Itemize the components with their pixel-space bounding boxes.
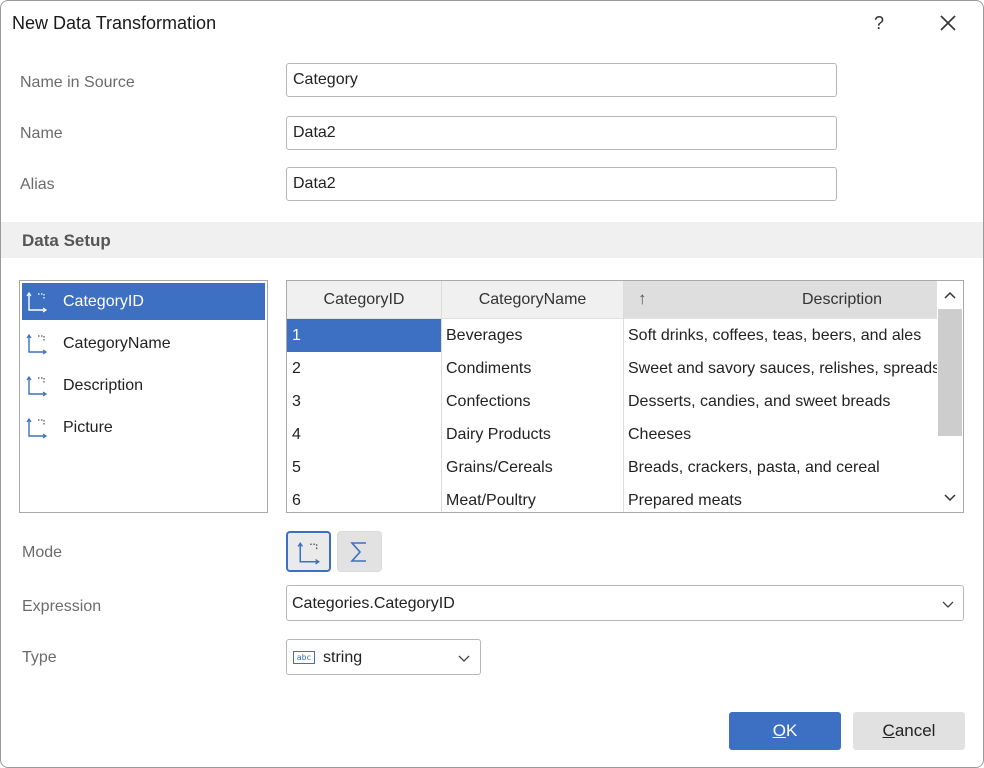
grid-cell-description[interactable]: Soft drinks, coffees, teas, beers, and a… xyxy=(623,319,937,352)
cancel-accelerator: C xyxy=(882,721,895,740)
close-icon xyxy=(940,15,956,31)
grid-cell-description[interactable]: Prepared meats xyxy=(623,484,937,512)
mode-sum-button[interactable] xyxy=(337,531,382,572)
grid-cell-name[interactable]: Condiments xyxy=(441,352,623,385)
expression-dropdown[interactable]: Categories.CategoryID xyxy=(286,585,964,621)
sort-arrow-icon: ↑ xyxy=(638,289,647,308)
name-in-source-label: Name in Source xyxy=(20,74,135,91)
grid-header-categoryid[interactable]: CategoryID xyxy=(287,281,442,318)
abc-type-icon: abc xyxy=(293,651,315,664)
ok-button[interactable]: OK xyxy=(729,712,841,750)
grid-header-categoryname[interactable]: CategoryName xyxy=(442,281,624,318)
dimension-icon xyxy=(26,291,48,313)
column-item-categoryname[interactable]: CategoryName xyxy=(22,325,265,362)
data-setup-header: Data Setup xyxy=(1,222,983,258)
name-label: Name xyxy=(20,125,63,142)
grid-cell-name[interactable]: Grains/Cereals xyxy=(441,451,623,484)
type-label: Type xyxy=(22,649,57,666)
chevron-down-icon xyxy=(942,601,954,608)
grid-cell-id[interactable]: 3 xyxy=(287,385,441,418)
grid-header: CategoryID CategoryName ↑ Description xyxy=(287,281,937,319)
type-dropdown[interactable]: abc string xyxy=(286,639,481,675)
chevron-down-icon[interactable] xyxy=(941,488,959,506)
dimension-icon xyxy=(297,542,320,565)
vertical-scrollbar[interactable] xyxy=(937,281,963,512)
sum-icon xyxy=(350,542,366,562)
column-item-categoryid[interactable]: CategoryID xyxy=(22,283,265,320)
mode-label: Mode xyxy=(22,544,63,561)
grid-cell-name[interactable]: Confections xyxy=(441,385,623,418)
grid-cell-name[interactable]: Beverages xyxy=(441,319,623,352)
new-data-transformation-dialog: New Data Transformation ? Name in Source… xyxy=(0,0,984,768)
dimension-icon xyxy=(26,333,48,355)
grid-cell-description[interactable]: Desserts, candies, and sweet breads xyxy=(623,385,937,418)
grid-cell-id[interactable]: 2 xyxy=(287,352,441,385)
grid-cell-id[interactable]: 4 xyxy=(287,418,441,451)
grid-header-description[interactable]: ↑ Description xyxy=(624,281,937,318)
column-item-label: CategoryID xyxy=(63,293,144,310)
help-button[interactable]: ? xyxy=(867,11,891,35)
column-item-picture[interactable]: Picture xyxy=(22,409,265,446)
scrollbar-thumb[interactable] xyxy=(938,309,962,436)
ok-label-rest: K xyxy=(785,721,798,740)
name-in-source-input[interactable]: Category xyxy=(286,63,837,97)
dimension-icon xyxy=(26,417,48,439)
expression-label: Expression xyxy=(22,598,102,615)
data-preview-grid: CategoryID CategoryName ↑ Description 1 … xyxy=(286,280,964,513)
grid-cell-id[interactable]: 5 xyxy=(287,451,441,484)
close-button[interactable] xyxy=(935,10,961,36)
column-item-label: Picture xyxy=(63,419,113,436)
name-input[interactable]: Data2 xyxy=(286,116,837,150)
grid-cell-name[interactable]: Meat/Poultry xyxy=(441,484,623,512)
grid-cell-description[interactable]: Sweet and savory sauces, relishes, sprea… xyxy=(623,352,937,385)
grid-cell-id[interactable]: 1 xyxy=(287,319,441,352)
grid-cell-name[interactable]: Dairy Products xyxy=(441,418,623,451)
title-bar: New Data Transformation ? xyxy=(1,1,983,45)
alias-label: Alias xyxy=(20,176,55,193)
expression-value: Categories.CategoryID xyxy=(292,595,455,612)
column-item-label: CategoryName xyxy=(63,335,171,352)
chevron-up-icon[interactable] xyxy=(941,287,959,305)
chevron-down-icon xyxy=(458,655,470,662)
dialog-title: New Data Transformation xyxy=(12,13,217,33)
cancel-button[interactable]: Cancel xyxy=(853,712,965,750)
grid-cell-description[interactable]: Cheeses xyxy=(623,418,937,451)
grid-cell-id[interactable]: 6 xyxy=(287,484,441,512)
column-list: CategoryID CategoryName Description Pict… xyxy=(19,280,268,513)
column-item-label: Description xyxy=(63,377,144,394)
mode-dimension-button[interactable] xyxy=(286,531,331,572)
grid-cell-description[interactable]: Breads, crackers, pasta, and cereal xyxy=(623,451,937,484)
grid-header-description-label: Description xyxy=(802,291,883,308)
alias-input[interactable]: Data2 xyxy=(286,167,837,201)
ok-accelerator: O xyxy=(772,721,786,740)
type-value: string xyxy=(323,649,363,666)
dimension-icon xyxy=(26,375,48,397)
column-item-description[interactable]: Description xyxy=(22,367,265,404)
cancel-label-rest: ancel xyxy=(894,721,936,740)
data-setup-title: Data Setup xyxy=(22,231,111,250)
